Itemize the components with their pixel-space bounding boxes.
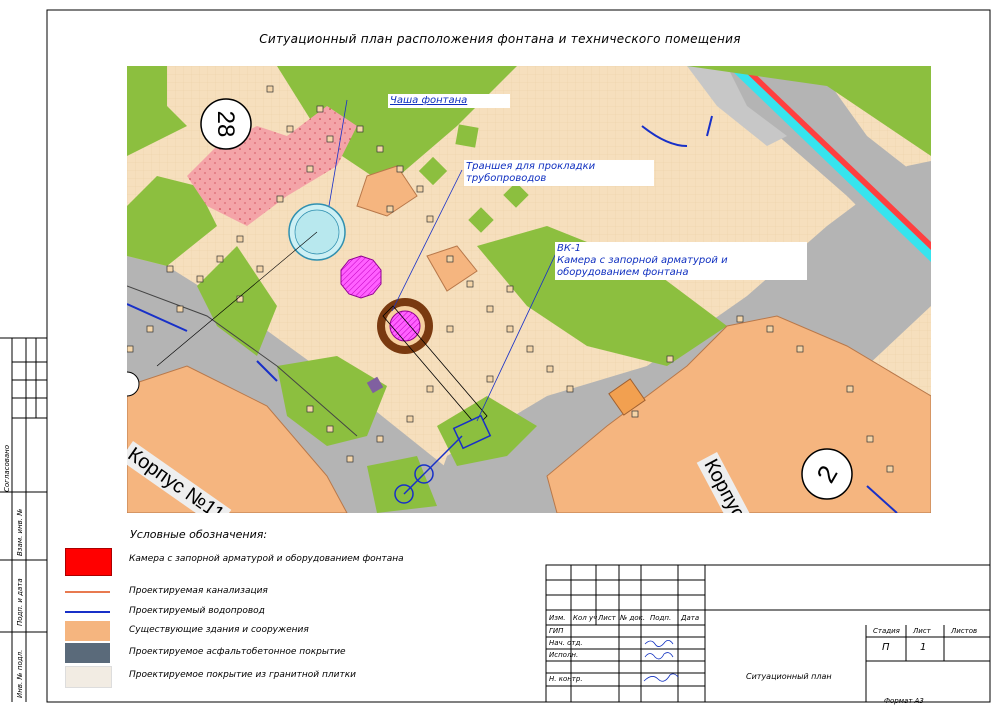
legend-swatch-buildings: [65, 621, 110, 641]
legend-swatch-asphalt: [65, 643, 110, 663]
stamp-role-gip: ГИП: [549, 627, 564, 635]
stamp-role-control: Н. контр.: [549, 675, 583, 683]
stamp-stage-value: П: [882, 642, 890, 653]
side-inv-original: Инв. № подл.: [16, 649, 24, 698]
legend-label: Проектируемое покрытие из гранитной плит…: [129, 670, 356, 680]
callout-chamber: ВК-1 Камера с запорной арматурой и обору…: [555, 242, 807, 280]
legend-label: Проектируемая канализация: [129, 586, 268, 596]
stamp-col-sign: Подп.: [650, 614, 672, 622]
callout-chamber-text-3: оборудованием фонтана: [557, 267, 689, 278]
stamp-role-head: Нач. отд.: [549, 639, 583, 647]
fountain-feature: [340, 255, 382, 299]
number-28-text: 28: [212, 111, 239, 138]
legend-swatch-red: [65, 548, 112, 576]
signature-1: [644, 640, 674, 647]
side-sign-date: Подп. и дата: [16, 578, 24, 626]
map-canvas: 28 2: [127, 66, 931, 513]
stamp-col-count: Кол уч: [573, 614, 598, 622]
side-agreed: Согласовано: [3, 444, 11, 492]
stamp-role-executor: Исполн.: [549, 651, 579, 659]
callout-trench-text-1: Траншея для прокладки: [466, 161, 596, 172]
stamp-format: Формат А3: [884, 697, 924, 705]
legend-swatch-granite: [65, 666, 112, 688]
legend-line-orange: [65, 591, 110, 593]
stamp-stage-header: Стадия: [873, 627, 900, 635]
side-inv-replace: Взам. инв. №: [16, 508, 24, 556]
stamp-sheets-header: Листов: [951, 627, 978, 635]
legend-line-blue: [65, 611, 110, 613]
callout-chamber-text-1: ВК-1: [557, 243, 581, 254]
drawing-title: Ситуационный план расположения фонтана и…: [259, 32, 741, 46]
legend-title: Условные обозначения:: [130, 528, 268, 541]
stamp-col-date: Дата: [681, 614, 700, 622]
stamp-col-sheet: Лист: [598, 614, 616, 622]
stamp-sheet-value: 1: [920, 642, 927, 653]
stamp-sheet-title: Ситуационный план: [746, 672, 832, 681]
legend-label: Проектируемый водопровод: [129, 606, 265, 616]
callout-trench-text-2: трубопроводов: [466, 173, 547, 184]
legend-label: Камера с запорной арматурой и оборудован…: [129, 554, 404, 564]
legend-label: Проектируемое асфальтобетонное покрытие: [129, 647, 346, 657]
legend-item-granite: Проектируемое покрытие из гранитной плит…: [65, 666, 545, 692]
callout-chamber-text-2: Камера с запорной арматурой и: [557, 255, 728, 266]
stamp-sheet-header: Лист: [913, 627, 931, 635]
legend-item-chamber: Камера с запорной арматурой и оборудован…: [65, 548, 545, 576]
callout-bowl-text: Чаша фонтана: [390, 95, 468, 106]
callout-trench: Траншея для прокладки трубопроводов: [464, 160, 654, 186]
legend-label: Существующие здания и сооружения: [129, 625, 309, 635]
signature-3: [643, 673, 679, 682]
site-plan-map: 28 2 Корпус №11 Корпус Чаша фонтана Тран…: [127, 66, 931, 513]
stamp-col-doc: № док.: [620, 614, 646, 622]
signature-2: [644, 652, 674, 660]
callout-fountain-bowl: Чаша фонтана: [388, 94, 510, 108]
stamp-col-change: Изм.: [549, 614, 566, 622]
